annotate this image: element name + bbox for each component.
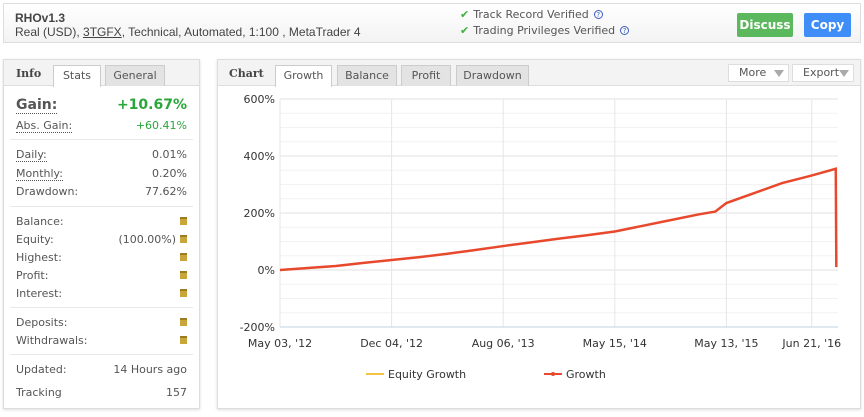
legend-growth-label[interactable]: Growth (566, 368, 606, 381)
y-tick-label: 600% (244, 93, 275, 106)
x-tick-label: Dec 04, '12 (360, 337, 423, 350)
x-tick-label: Jun 21, '16 (781, 337, 841, 350)
x-tick-label: May 15, '14 (583, 337, 647, 350)
legend: Equity Growth Growth (366, 368, 606, 381)
x-tick-label: May 03, '12 (248, 337, 312, 350)
y-tick-label: -200% (240, 321, 275, 334)
y-tick-label: 200% (244, 207, 275, 220)
x-tick-label: Aug 06, '13 (472, 337, 535, 350)
legend-growth-marker (551, 372, 555, 376)
y-tick-label: 0% (258, 264, 275, 277)
x-tick-label: May 13, '15 (694, 337, 758, 350)
growth-chart: May 03, '12 Dec 04, '12 Aug 06, '13 May 15,… (240, 93, 842, 381)
y-tick-label: 400% (244, 150, 275, 163)
legend-equity-label[interactable]: Equity Growth (388, 368, 466, 381)
